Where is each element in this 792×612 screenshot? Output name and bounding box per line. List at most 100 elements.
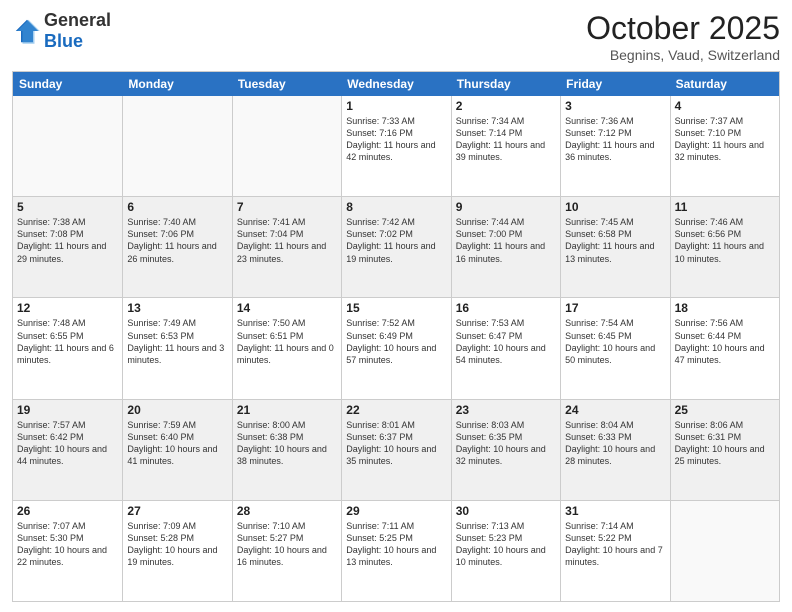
- cell-info: Sunrise: 7:45 AMSunset: 6:58 PMDaylight:…: [565, 216, 665, 265]
- calendar: SundayMondayTuesdayWednesdayThursdayFrid…: [12, 71, 780, 602]
- day-number: 10: [565, 200, 665, 214]
- cell-info: Sunrise: 7:33 AMSunset: 7:16 PMDaylight:…: [346, 115, 446, 164]
- table-row: 24Sunrise: 8:04 AMSunset: 6:33 PMDayligh…: [560, 400, 669, 500]
- cell-info: Sunrise: 7:50 AMSunset: 6:51 PMDaylight:…: [237, 317, 337, 366]
- table-row: 26Sunrise: 7:07 AMSunset: 5:30 PMDayligh…: [13, 501, 122, 601]
- day-number: 20: [127, 403, 227, 417]
- day-number: 11: [675, 200, 775, 214]
- cell-info: Sunrise: 7:44 AMSunset: 7:00 PMDaylight:…: [456, 216, 556, 265]
- day-number: 19: [17, 403, 118, 417]
- cell-info: Sunrise: 7:53 AMSunset: 6:47 PMDaylight:…: [456, 317, 556, 366]
- calendar-row-4: 26Sunrise: 7:07 AMSunset: 5:30 PMDayligh…: [13, 500, 779, 601]
- table-row: 10 Sunrise: 7:45 AMSunset: 6:58 PMDayligh…: [560, 197, 669, 297]
- month-title: October 2025: [586, 10, 780, 47]
- cell-info: Sunrise: 8:06 AMSunset: 6:31 PMDaylight:…: [675, 419, 775, 468]
- table-row: 30 Sunrise: 7:13 AMSunset: 5:23 PMDayligh…: [451, 501, 560, 601]
- table-row: 28Sunrise: 7:10 AMSunset: 5:27 PMDayligh…: [232, 501, 341, 601]
- table-row: 22Sunrise: 8:01 AMSunset: 6:37 PMDayligh…: [341, 400, 450, 500]
- cell-info: Sunrise: 7:13 AMSunset: 5:23 PMDaylight:…: [456, 520, 556, 569]
- day-number: 25: [675, 403, 775, 417]
- table-row: 6Sunrise: 7:40 AMSunset: 7:06 PMDaylight…: [122, 197, 231, 297]
- table-row: 4 Sunrise: 7:37 AMSunset: 7:10 PMDaylight…: [670, 96, 779, 196]
- calendar-body: 1 Sunrise: 7:33 AMSunset: 7:16 PMDaylight…: [13, 96, 779, 601]
- logo: General Blue: [12, 10, 111, 52]
- table-row: 13 Sunrise: 7:49 AMSunset: 6:53 PMDayligh…: [122, 298, 231, 398]
- day-number: 30: [456, 504, 556, 518]
- table-row: 15 Sunrise: 7:52 AMSunset: 6:49 PMDayligh…: [341, 298, 450, 398]
- table-row: 31 Sunrise: 7:14 AMSunset: 5:22 PMDayligh…: [560, 501, 669, 601]
- header-day-thursday: Thursday: [451, 72, 560, 96]
- table-row: 20 Sunrise: 7:59 AMSunset: 6:40 PMDayligh…: [122, 400, 231, 500]
- table-row: [122, 96, 231, 196]
- location: Begnins, Vaud, Switzerland: [586, 47, 780, 63]
- day-number: 7: [237, 200, 337, 214]
- header-day-sunday: Sunday: [13, 72, 122, 96]
- day-number: 21: [237, 403, 337, 417]
- day-number: 31: [565, 504, 665, 518]
- day-number: 1: [346, 99, 446, 113]
- table-row: 8 Sunrise: 7:42 AMSunset: 7:02 PMDaylight…: [341, 197, 450, 297]
- header-day-tuesday: Tuesday: [232, 72, 341, 96]
- cell-info: Sunrise: 8:00 AMSunset: 6:38 PMDaylight:…: [237, 419, 337, 468]
- header-day-monday: Monday: [122, 72, 231, 96]
- calendar-row-3: 19 Sunrise: 7:57 AMSunset: 6:42 PMDayligh…: [13, 399, 779, 500]
- table-row: 12Sunrise: 7:48 AMSunset: 6:55 PMDayligh…: [13, 298, 122, 398]
- cell-info: Sunrise: 7:59 AMSunset: 6:40 PMDaylight:…: [127, 419, 227, 468]
- table-row: 19 Sunrise: 7:57 AMSunset: 6:42 PMDayligh…: [13, 400, 122, 500]
- cell-info: Sunrise: 7:11 AMSunset: 5:25 PMDaylight:…: [346, 520, 446, 569]
- logo-blue-text: Blue: [44, 31, 83, 51]
- day-number: 3: [565, 99, 665, 113]
- calendar-header: SundayMondayTuesdayWednesdayThursdayFrid…: [13, 72, 779, 96]
- day-number: 12: [17, 301, 118, 315]
- cell-info: Sunrise: 7:14 AMSunset: 5:22 PMDaylight:…: [565, 520, 665, 569]
- day-number: 29: [346, 504, 446, 518]
- table-row: 25 Sunrise: 8:06 AMSunset: 6:31 PMDayligh…: [670, 400, 779, 500]
- cell-info: Sunrise: 7:42 AMSunset: 7:02 PMDaylight:…: [346, 216, 446, 265]
- table-row: 21 Sunrise: 8:00 AMSunset: 6:38 PMDayligh…: [232, 400, 341, 500]
- table-row: [232, 96, 341, 196]
- header: General Blue October 2025 Begnins, Vaud,…: [12, 10, 780, 63]
- cell-info: Sunrise: 7:34 AMSunset: 7:14 PMDaylight:…: [456, 115, 556, 164]
- cell-info: Sunrise: 7:36 AMSunset: 7:12 PMDaylight:…: [565, 115, 665, 164]
- day-number: 24: [565, 403, 665, 417]
- table-row: 27 Sunrise: 7:09 AMSunset: 5:28 PMDayligh…: [122, 501, 231, 601]
- header-day-friday: Friday: [560, 72, 669, 96]
- day-number: 13: [127, 301, 227, 315]
- day-number: 26: [17, 504, 118, 518]
- day-number: 5: [17, 200, 118, 214]
- day-number: 27: [127, 504, 227, 518]
- cell-info: Sunrise: 7:56 AMSunset: 6:44 PMDaylight:…: [675, 317, 775, 366]
- table-row: 7 Sunrise: 7:41 AMSunset: 7:04 PMDaylight…: [232, 197, 341, 297]
- header-day-wednesday: Wednesday: [341, 72, 450, 96]
- logo-general-text: General: [44, 10, 111, 30]
- table-row: [670, 501, 779, 601]
- cell-info: Sunrise: 7:46 AMSunset: 6:56 PMDaylight:…: [675, 216, 775, 265]
- calendar-row-1: 5Sunrise: 7:38 AMSunset: 7:08 PMDaylight…: [13, 196, 779, 297]
- day-number: 6: [127, 200, 227, 214]
- table-row: 16 Sunrise: 7:53 AMSunset: 6:47 PMDayligh…: [451, 298, 560, 398]
- cell-info: Sunrise: 7:52 AMSunset: 6:49 PMDaylight:…: [346, 317, 446, 366]
- table-row: 11 Sunrise: 7:46 AMSunset: 6:56 PMDayligh…: [670, 197, 779, 297]
- cell-info: Sunrise: 7:49 AMSunset: 6:53 PMDaylight:…: [127, 317, 227, 366]
- table-row: 9Sunrise: 7:44 AMSunset: 7:00 PMDaylight…: [451, 197, 560, 297]
- day-number: 23: [456, 403, 556, 417]
- cell-info: Sunrise: 7:09 AMSunset: 5:28 PMDaylight:…: [127, 520, 227, 569]
- day-number: 4: [675, 99, 775, 113]
- table-row: 29 Sunrise: 7:11 AMSunset: 5:25 PMDayligh…: [341, 501, 450, 601]
- cell-info: Sunrise: 7:41 AMSunset: 7:04 PMDaylight:…: [237, 216, 337, 265]
- table-row: [13, 96, 122, 196]
- table-row: 17Sunrise: 7:54 AMSunset: 6:45 PMDayligh…: [560, 298, 669, 398]
- day-number: 8: [346, 200, 446, 214]
- day-number: 15: [346, 301, 446, 315]
- cell-info: Sunrise: 7:37 AMSunset: 7:10 PMDaylight:…: [675, 115, 775, 164]
- cell-info: Sunrise: 8:03 AMSunset: 6:35 PMDaylight:…: [456, 419, 556, 468]
- day-number: 14: [237, 301, 337, 315]
- day-number: 2: [456, 99, 556, 113]
- table-row: 2 Sunrise: 7:34 AMSunset: 7:14 PMDaylight…: [451, 96, 560, 196]
- logo-icon: [12, 16, 42, 46]
- table-row: 5Sunrise: 7:38 AMSunset: 7:08 PMDaylight…: [13, 197, 122, 297]
- table-row: 14 Sunrise: 7:50 AMSunset: 6:51 PMDayligh…: [232, 298, 341, 398]
- title-block: October 2025 Begnins, Vaud, Switzerland: [586, 10, 780, 63]
- day-number: 16: [456, 301, 556, 315]
- cell-info: Sunrise: 7:57 AMSunset: 6:42 PMDaylight:…: [17, 419, 118, 468]
